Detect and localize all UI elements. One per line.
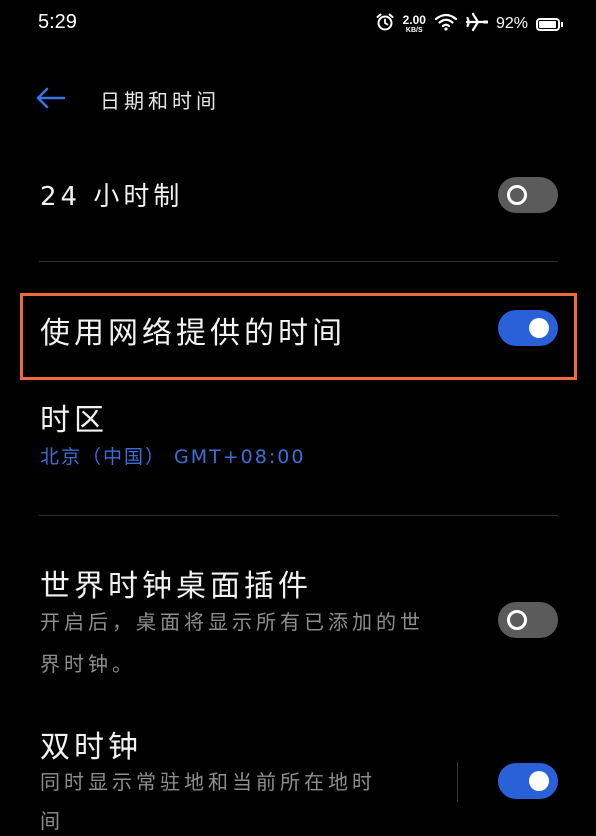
toggle-dual-clock[interactable]: [498, 763, 558, 799]
back-button[interactable]: [30, 81, 70, 115]
toggle-network-time[interactable]: [498, 310, 558, 346]
status-icons: 2.00 KB/S 92%: [375, 12, 563, 36]
network-speed-unit: KB/S: [405, 27, 423, 34]
toggle-24-hour[interactable]: [498, 177, 558, 213]
page-title: 日期和时间: [100, 89, 220, 113]
header: 日期和时间: [0, 75, 596, 121]
setting-label-24-hour: 24 小时制: [40, 182, 184, 212]
alarm-icon: [375, 12, 395, 36]
battery-level: [539, 20, 556, 28]
setting-label-dual-clock: 双时钟: [40, 730, 142, 765]
battery-percent: 92%: [495, 15, 528, 32]
battery-icon: [536, 17, 563, 31]
back-arrow-icon: [36, 87, 66, 109]
status-time: 5:29: [38, 11, 77, 33]
setting-label-network-time: 使用网络提供的时间: [40, 316, 346, 351]
toggle-world-clock-widget[interactable]: [498, 602, 558, 638]
wifi-icon: [434, 12, 458, 36]
status-bar: 5:29 2.00 KB/S 92%: [0, 0, 596, 50]
toggle-knob: [507, 185, 527, 205]
divider: [39, 515, 558, 516]
network-speed: 2.00 KB/S: [403, 14, 426, 34]
network-speed-value: 2.00: [402, 13, 426, 27]
toggle-knob: [529, 771, 549, 791]
toggle-knob: [507, 610, 527, 630]
setting-label-timezone: 时区: [40, 403, 108, 438]
timezone-value: 北京（中国） GMT+08:00: [40, 446, 306, 468]
setting-desc-line: 间: [40, 809, 64, 833]
setting-label-world-clock-widget: 世界时钟桌面插件: [40, 569, 312, 604]
divider: [39, 261, 558, 262]
setting-desc-line: 同时显示常驻地和当前所在地时: [40, 770, 376, 794]
setting-desc-line: 开启后，桌面将显示所有已添加的世: [40, 610, 424, 634]
airplane-mode-icon: [465, 12, 489, 36]
toggle-knob: [529, 318, 549, 338]
setting-desc-line: 界时钟。: [40, 652, 136, 676]
vertical-divider: [457, 762, 458, 802]
